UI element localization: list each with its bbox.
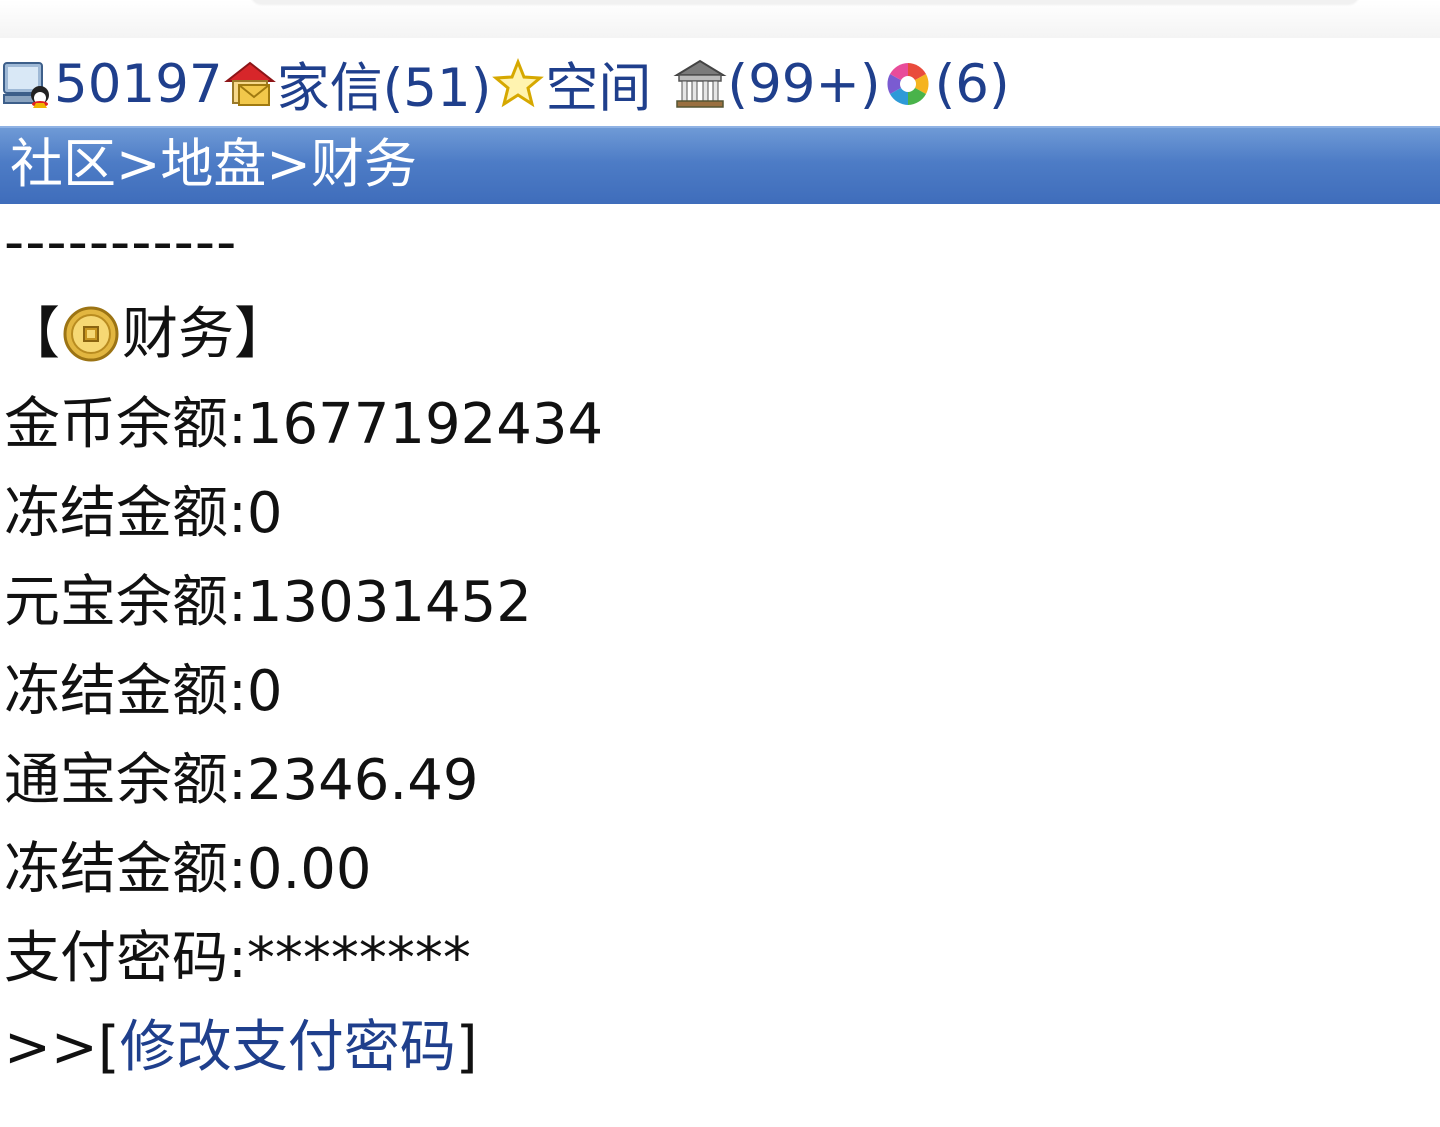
- gold-balance-row: 金币余额:1677192434: [4, 380, 1434, 469]
- breadcrumb-community[interactable]: 社区: [10, 134, 116, 195]
- row-label: 支付密码:: [4, 926, 247, 991]
- address-bar[interactable]: [250, 0, 1360, 4]
- change-password-row: >>[修改支付密码]: [4, 1003, 1434, 1092]
- space-link[interactable]: 空间: [545, 46, 651, 122]
- yuanbao-balance-row: 元宝余额:13031452: [4, 558, 1434, 647]
- open-bracket: 【: [4, 301, 60, 367]
- breadcrumb-territory[interactable]: 地盘: [160, 134, 266, 195]
- tongbao-balance-row: 通宝余额:2346.49: [4, 736, 1434, 825]
- color-wheel-icon[interactable]: [881, 57, 935, 111]
- row-label: 金币余额:: [4, 392, 247, 457]
- gold-coin-icon: [62, 305, 120, 363]
- row-label: 元宝余额:: [4, 570, 247, 635]
- building-icon[interactable]: [673, 57, 727, 111]
- user-count-link[interactable]: 50197: [54, 54, 223, 115]
- mail-link[interactable]: 家信(51): [277, 46, 492, 122]
- tongbao-frozen-row: 冻结金额:0.00: [4, 825, 1434, 914]
- star-icon[interactable]: [491, 57, 545, 111]
- breadcrumb: 社区>地盘>财务: [0, 126, 1440, 204]
- breadcrumb-separator: >: [266, 134, 311, 195]
- link-suffix: ]: [455, 1015, 478, 1080]
- close-bracket: 】: [234, 301, 290, 367]
- section-title: 【 财务 】: [4, 288, 1434, 380]
- row-label: 冻结金额:: [4, 837, 247, 902]
- row-value: 0: [246, 659, 283, 724]
- row-value: 0.00: [246, 837, 372, 902]
- breadcrumb-separator: >: [116, 134, 161, 195]
- row-label: 通宝余额:: [4, 748, 247, 813]
- row-label: 冻结金额:: [4, 481, 247, 546]
- browser-chrome: [0, 0, 1440, 38]
- circle-count-link[interactable]: (6): [935, 54, 1010, 115]
- finance-content: ----------- 【 财务 】 金币余额:1677192434 冻结金额:…: [4, 208, 1434, 1092]
- row-value: 0: [246, 481, 283, 546]
- breadcrumb-finance: 财务: [310, 134, 417, 195]
- gold-frozen-row: 冻结金额:0: [4, 469, 1434, 558]
- row-value: 1677192434: [246, 392, 604, 457]
- pay-password-row: 支付密码:********: [4, 914, 1434, 1003]
- divider: -----------: [4, 210, 238, 275]
- status-bar: 50197 家信(51) 空间 (99+) (6): [0, 46, 1010, 122]
- row-value: ********: [246, 926, 471, 991]
- house-mail-icon[interactable]: [223, 57, 277, 111]
- row-value: 2346.49: [246, 748, 479, 813]
- building-count-link[interactable]: (99+): [727, 54, 880, 115]
- link-prefix: >>[: [4, 1015, 120, 1080]
- user-computer-icon[interactable]: [0, 57, 54, 111]
- row-label: 冻结金额:: [4, 659, 247, 724]
- row-value: 13031452: [246, 570, 532, 635]
- change-pay-password-link[interactable]: 修改支付密码: [120, 1015, 456, 1080]
- section-title-text: 财务: [122, 301, 234, 367]
- yuanbao-frozen-row: 冻结金额:0: [4, 647, 1434, 736]
